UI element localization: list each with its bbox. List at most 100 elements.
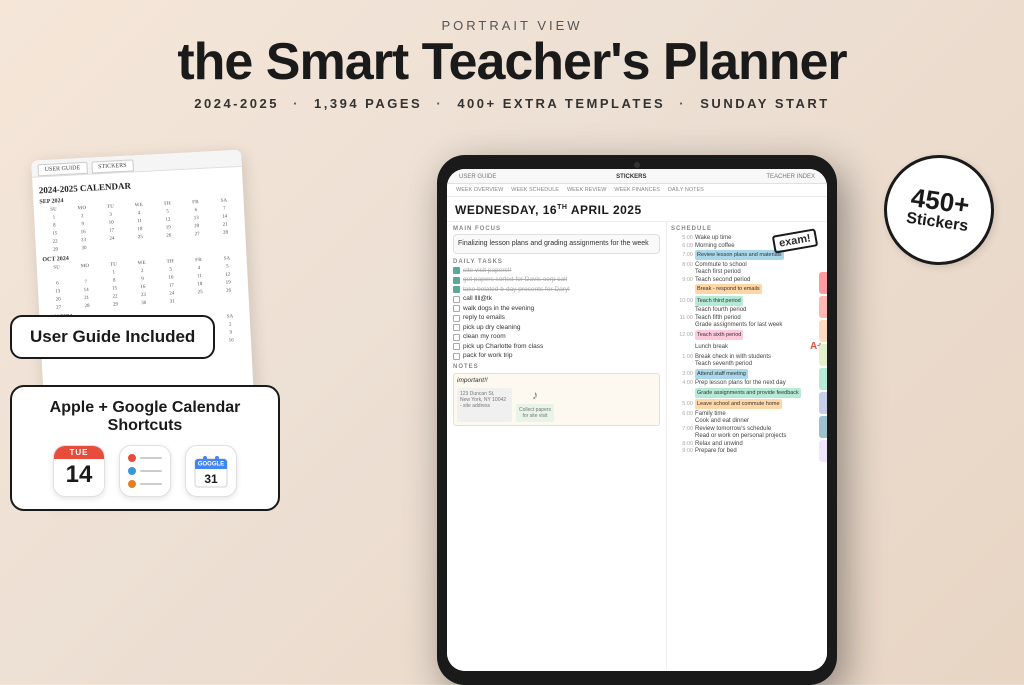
tab-stickers-planner[interactable]: STICKERS bbox=[612, 173, 650, 181]
time-6: 6:00 bbox=[671, 243, 693, 249]
checkbox-5[interactable] bbox=[453, 305, 460, 312]
text-teach1: Teach first period bbox=[695, 269, 823, 275]
time-9pm: 9:00 bbox=[671, 448, 693, 454]
text-bed: Prepare for bed bbox=[695, 448, 823, 454]
task-8: clean my room bbox=[453, 333, 660, 341]
subtitle-year: 2024-2025 bbox=[194, 96, 279, 111]
task-text-6: reply to emails bbox=[463, 314, 505, 321]
main-focus-box: Finalizing lesson plans and grading assi… bbox=[453, 234, 660, 254]
planner-date-header: WEDNESDAY, 16TH APRIL 2025 bbox=[447, 197, 827, 222]
side-tab-3[interactable] bbox=[819, 320, 827, 342]
time-3: 3:00 bbox=[671, 371, 693, 377]
blue-dot bbox=[128, 467, 136, 475]
task-text-9: pick up Charlotte from class bbox=[463, 343, 543, 350]
sched-7am-review: 7:00 Review lesson plans and materials bbox=[671, 250, 823, 260]
svg-text:GOOGLE: GOOGLE bbox=[198, 462, 224, 468]
sched-7pm-personal: Read or work on personal projects bbox=[671, 433, 823, 439]
user-guide-badge: User Guide Included bbox=[10, 315, 215, 359]
task-4: call llll@tk bbox=[453, 295, 660, 303]
time-9: 9:00 bbox=[671, 277, 693, 283]
sched-12pm-teach6: 12:00 Teach sixth period bbox=[671, 330, 823, 340]
time-6pm: 6:00 bbox=[671, 411, 693, 417]
nav-week-review[interactable]: WEEK REVIEW bbox=[564, 186, 609, 194]
sched-5pm-leave: 5:00 Leave school and commute home bbox=[671, 399, 823, 409]
tab-user-guide-planner[interactable]: USER GUIDE bbox=[455, 173, 500, 181]
page-wrapper: PORTRAIT VIEW the Smart Teacher's Planne… bbox=[0, 0, 1024, 684]
time-8a: 8:00 bbox=[671, 262, 693, 268]
notes-important: important!! bbox=[457, 377, 656, 384]
nav-week-schedule[interactable]: WEEK SCHEDULE bbox=[508, 186, 562, 194]
tab-teacher-index[interactable]: TEACHER INDEX bbox=[762, 173, 819, 181]
checkbox-4[interactable] bbox=[453, 296, 460, 303]
task-5: walk dogs in the evening bbox=[453, 305, 660, 313]
side-tab-6[interactable] bbox=[819, 392, 827, 414]
text-teach7: Teach seventh period bbox=[695, 361, 823, 367]
checkbox-7[interactable] bbox=[453, 324, 460, 331]
music-icon: ♪ bbox=[532, 388, 538, 402]
reminders-icon[interactable] bbox=[119, 445, 171, 497]
apple-calendar-icon[interactable]: TUE 14 bbox=[53, 445, 105, 497]
nav-week-overview[interactable]: WEEK OVERVIEW bbox=[453, 186, 506, 194]
cal-icon-day: TUE bbox=[54, 446, 104, 459]
svg-text:31: 31 bbox=[204, 472, 218, 486]
tab-stickers: STICKERS bbox=[91, 159, 134, 173]
task-1: site visit papers!! bbox=[453, 267, 660, 275]
task-6: reply to emails bbox=[453, 314, 660, 322]
time-10: 10:00 bbox=[671, 298, 693, 304]
sched-11am-grade: Grade assignments for last week bbox=[671, 322, 823, 328]
shortcuts-title: Apple + Google Calendar Shortcuts bbox=[28, 399, 262, 435]
reminder-row-1 bbox=[128, 454, 162, 462]
task-text-2: get papers sorted for Davis corp call bbox=[463, 276, 567, 283]
cal-icon-number: 14 bbox=[54, 459, 104, 490]
gcal-svg: 31 GOOGLE bbox=[193, 453, 229, 489]
side-tab-8[interactable] bbox=[819, 440, 827, 462]
bar-staff: Attend staff meeting bbox=[695, 369, 748, 379]
dot-2: · bbox=[436, 96, 443, 111]
time-7: 7:00 bbox=[671, 252, 693, 258]
sched-9pm-bed: 9:00 Prepare for bed bbox=[671, 448, 823, 454]
planner-date: WEDNESDAY, 16TH APRIL 2025 bbox=[455, 203, 642, 217]
side-tab-7[interactable] bbox=[819, 416, 827, 438]
text-relax: Relax and unwind bbox=[695, 441, 823, 447]
nav-daily-notes[interactable]: DAILY NOTES bbox=[665, 186, 707, 194]
reminder-row-2 bbox=[128, 467, 162, 475]
time-4: 4:00 bbox=[671, 380, 693, 386]
dot-3: · bbox=[679, 96, 686, 111]
text-family: Family time bbox=[695, 411, 823, 417]
reminder-line bbox=[140, 470, 162, 472]
portrait-label: PORTRAIT VIEW bbox=[177, 18, 846, 33]
checkbox-2[interactable] bbox=[453, 277, 460, 284]
task-text-1: site visit papers!! bbox=[463, 267, 511, 274]
side-tab-1[interactable] bbox=[819, 272, 827, 294]
sched-9am-emails: Break - respond to emails bbox=[671, 284, 823, 294]
checkbox-9[interactable] bbox=[453, 343, 460, 350]
checkbox-10[interactable] bbox=[453, 353, 460, 360]
checkbox-6[interactable] bbox=[453, 315, 460, 322]
sched-7pm-review: 7:00 Review tomorrow's schedule bbox=[671, 426, 823, 432]
notes-box: important!! 123 Duncan St,New York, NY 1… bbox=[453, 373, 660, 426]
checkbox-1[interactable] bbox=[453, 267, 460, 274]
header: PORTRAIT VIEW the Smart Teacher's Planne… bbox=[177, 0, 846, 111]
side-tab-2[interactable] bbox=[819, 296, 827, 318]
collect-note: ♪ Collect papersfor site visit bbox=[516, 388, 554, 422]
bar-teach6: Teach sixth period bbox=[695, 330, 743, 340]
nav-week-finances[interactable]: WEEK FINANCES bbox=[611, 186, 663, 194]
side-tab-5[interactable] bbox=[819, 368, 827, 390]
google-calendar-icon[interactable]: 31 GOOGLE bbox=[185, 445, 237, 497]
time-11: 11:00 bbox=[671, 315, 693, 321]
sched-4pm-grade: Grade assignments and provide feedback bbox=[671, 388, 823, 398]
time-8pm: 8:00 bbox=[671, 441, 693, 447]
stickers-badge: 450+ Stickers bbox=[877, 148, 1001, 272]
sched-3pm-staff: 3:00 Attend staff meeting bbox=[671, 369, 823, 379]
time-12: 12:00 bbox=[671, 332, 693, 338]
sched-10am-teach4: Teach fourth period bbox=[671, 307, 823, 313]
cal-hdr: SU bbox=[40, 206, 68, 214]
tablet-device: USER GUIDE STICKERS TEACHER INDEX WEEK O… bbox=[437, 155, 837, 685]
checkbox-3[interactable] bbox=[453, 286, 460, 293]
text-review-sched: Review tomorrow's schedule bbox=[695, 426, 823, 432]
bar-teach3: Teach third period bbox=[695, 296, 743, 306]
checkbox-8[interactable] bbox=[453, 334, 460, 341]
cal-hdr: FR bbox=[182, 198, 210, 206]
tablet-screen: USER GUIDE STICKERS TEACHER INDEX WEEK O… bbox=[447, 169, 827, 671]
side-tab-4[interactable] bbox=[819, 344, 827, 366]
